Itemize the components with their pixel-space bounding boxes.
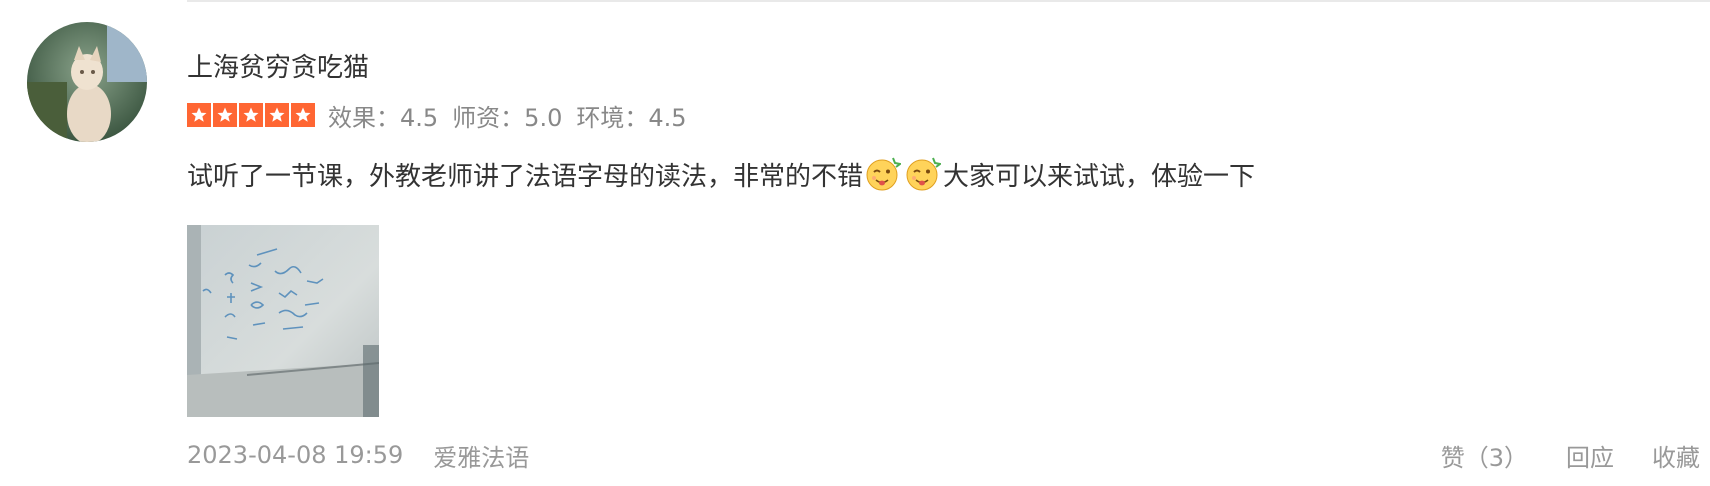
- star-icon: [265, 103, 289, 127]
- star-rating: [187, 103, 315, 127]
- review-source[interactable]: 爱雅法语: [433, 438, 529, 473]
- username[interactable]: 上海贫穷贪吃猫: [187, 51, 369, 85]
- comment-text-part2: 大家可以来试试，体验一下: [943, 161, 1256, 192]
- reply-button[interactable]: 回应: [1566, 438, 1614, 473]
- star-icon: [291, 103, 315, 127]
- star-icon: [239, 103, 263, 127]
- cat-avatar-image: [27, 22, 147, 142]
- avatar[interactable]: [27, 22, 147, 142]
- star-icon: [213, 103, 237, 127]
- whiteboard-photo-image: [187, 225, 379, 417]
- tongue-wink-emoji-icon: [866, 157, 902, 191]
- review-photo[interactable]: [187, 225, 379, 417]
- rating-row: 效果：4.5 师资：5.0 环境：4.5: [187, 100, 701, 132]
- like-button[interactable]: 赞（3）: [1441, 438, 1528, 473]
- review-actions: 赞（3） 回应 收藏: [1441, 438, 1700, 472]
- score-effect: 效果：4.5: [328, 103, 439, 132]
- review-timestamp: 2023-04-08 19:59: [187, 441, 404, 469]
- review-comment: 试听了一节课，外教老师讲了法语字母的读法，非常的不错 大家可以来试试，体验一下: [187, 154, 1255, 194]
- score-teachers: 师资：5.0: [452, 103, 563, 132]
- tongue-wink-emoji-icon: [906, 157, 942, 191]
- comment-text-part1: 试听了一节课，外教老师讲了法语字母的读法，非常的不错: [187, 161, 864, 192]
- star-icon: [187, 103, 211, 127]
- favorite-button[interactable]: 收藏: [1652, 438, 1700, 473]
- review-card: 上海贫穷贪吃猫 效果：4.5 师资：5.0 环境：4.5 试听了一节课，外教老师…: [187, 0, 1710, 486]
- score-environment: 环境：4.5: [576, 103, 687, 132]
- review-meta: 2023-04-08 19:59 爱雅法语: [187, 438, 529, 472]
